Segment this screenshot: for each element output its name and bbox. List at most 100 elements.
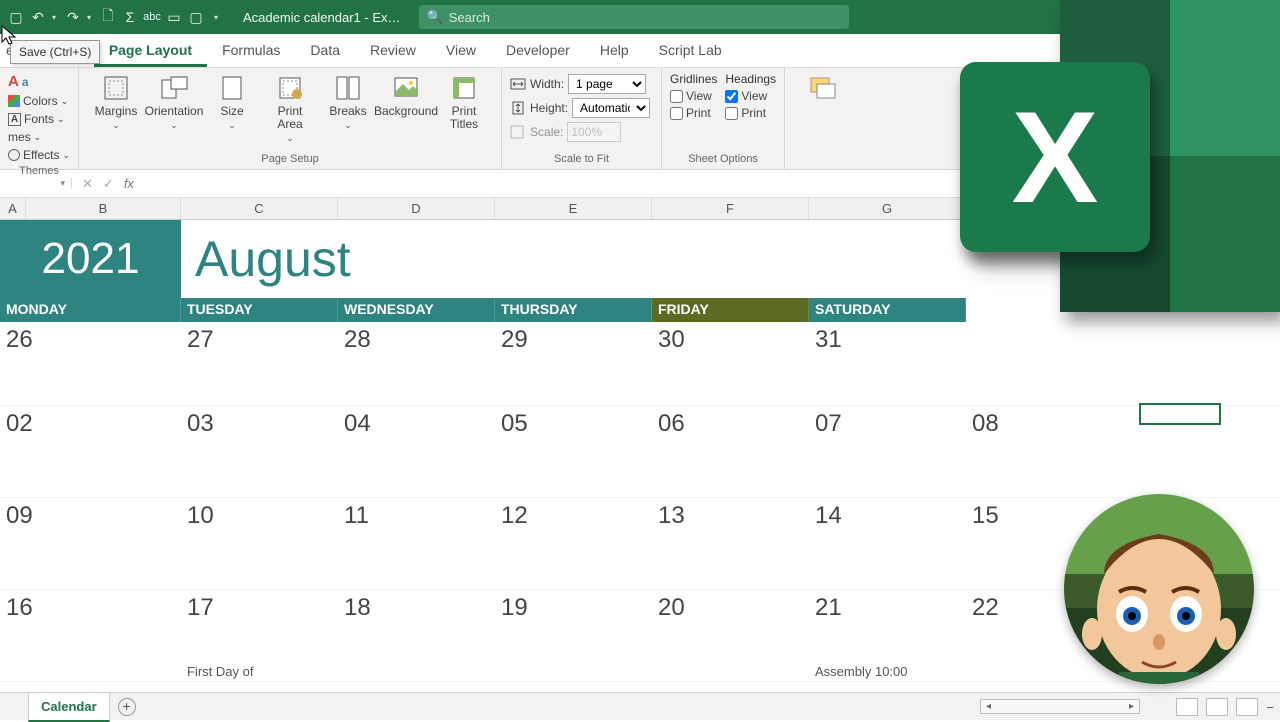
screen-icon[interactable]: ▢ bbox=[188, 9, 204, 25]
margins-button[interactable]: Margins⌄ bbox=[87, 72, 145, 132]
form-icon[interactable]: ▭ bbox=[166, 9, 182, 25]
autosave-icon[interactable]: ▢ bbox=[8, 9, 24, 25]
day-header-thursday[interactable]: THURSDAY bbox=[495, 298, 652, 322]
width-select[interactable]: 1 page bbox=[568, 74, 646, 94]
themes-mes-button[interactable]: mes ⌄ bbox=[8, 129, 41, 145]
day-cell[interactable]: 13 bbox=[652, 498, 809, 589]
headings-view-checkbox[interactable]: View bbox=[725, 89, 776, 103]
bring-forward-button[interactable] bbox=[793, 72, 851, 102]
day-cell[interactable]: 09 bbox=[0, 498, 181, 589]
print-titles-button[interactable]: PrintTitles bbox=[435, 72, 493, 131]
col-header-G[interactable]: G bbox=[809, 198, 966, 219]
day-cell[interactable]: 28 bbox=[338, 322, 495, 405]
height-row: Height: Automatic bbox=[510, 98, 650, 118]
day-cell[interactable]: 04 bbox=[338, 406, 495, 497]
day-cell[interactable]: 21Assembly 10:00 bbox=[809, 590, 966, 681]
day-header-tuesday[interactable]: TUESDAY bbox=[181, 298, 338, 322]
effects-button[interactable]: Effects ⌄ bbox=[8, 147, 70, 163]
scroll-left-icon[interactable]: ◂ bbox=[981, 701, 996, 712]
day-cell[interactable]: 05 bbox=[495, 406, 652, 497]
day-cell[interactable]: 17First Day of bbox=[181, 590, 338, 681]
redo-dropdown-icon[interactable]: ▾ bbox=[87, 13, 94, 22]
sheet-tab-calendar[interactable]: Calendar bbox=[28, 692, 110, 722]
spellcheck-icon[interactable]: abc bbox=[144, 9, 160, 25]
size-button[interactable]: Size⌄ bbox=[203, 72, 261, 132]
undo-dropdown-icon[interactable]: ▾ bbox=[52, 13, 59, 22]
tab-data[interactable]: Data bbox=[295, 36, 355, 67]
day-cell[interactable]: 26 bbox=[0, 322, 181, 405]
redo-icon[interactable]: ↷ bbox=[65, 9, 81, 25]
orientation-button[interactable]: Orientation⌄ bbox=[145, 72, 203, 132]
horizontal-scrollbar[interactable]: ◂ ▸ bbox=[980, 699, 1140, 714]
day-cell[interactable]: 11 bbox=[338, 498, 495, 589]
page-break-view-button[interactable] bbox=[1236, 698, 1258, 716]
quick-access-toolbar: ▢ ↶ ▾ ↷ ▾ 🗋 Σ abc ▭ ▢ ▾ bbox=[0, 9, 229, 25]
new-file-icon[interactable]: 🗋 bbox=[100, 9, 116, 25]
fx-icon[interactable]: fx bbox=[124, 176, 134, 191]
group-page-setup: Margins⌄Orientation⌄Size⌄PrintArea⌄Break… bbox=[79, 68, 502, 169]
col-header-E[interactable]: E bbox=[495, 198, 652, 219]
day-cell[interactable]: 10 bbox=[181, 498, 338, 589]
autosum-icon[interactable]: Σ bbox=[122, 9, 138, 25]
day-cell[interactable]: 27 bbox=[181, 322, 338, 405]
themes-aa-icon[interactable]: Aa bbox=[8, 72, 29, 91]
name-box[interactable]: ▾ bbox=[0, 178, 72, 189]
year-cell[interactable]: 2021 bbox=[0, 220, 181, 298]
day-header-friday[interactable]: FRIDAY bbox=[652, 298, 809, 322]
height-select[interactable]: Automatic bbox=[572, 98, 650, 118]
col-header-D[interactable]: D bbox=[338, 198, 495, 219]
gridlines-print-checkbox[interactable]: Print bbox=[670, 106, 717, 120]
col-header-A[interactable]: A bbox=[0, 198, 26, 219]
tab-developer[interactable]: Developer bbox=[491, 36, 585, 67]
day-cell[interactable]: 31 bbox=[809, 322, 966, 405]
day-cell[interactable]: 12 bbox=[495, 498, 652, 589]
enter-formula-icon[interactable]: ✓ bbox=[103, 176, 114, 192]
new-sheet-button[interactable]: + bbox=[118, 698, 136, 716]
fonts-button[interactable]: AFonts ⌄ bbox=[8, 111, 65, 127]
tab-help[interactable]: Help bbox=[585, 36, 644, 67]
zoom-out-icon[interactable]: − bbox=[1266, 700, 1274, 715]
day-cell[interactable]: 18 bbox=[338, 590, 495, 681]
width-icon bbox=[510, 77, 526, 91]
normal-view-button[interactable] bbox=[1176, 698, 1198, 716]
colors-button[interactable]: Colors ⌄ bbox=[8, 93, 68, 109]
page-layout-view-button[interactable] bbox=[1206, 698, 1228, 716]
col-header-C[interactable]: C bbox=[181, 198, 338, 219]
col-header-B[interactable]: B bbox=[26, 198, 181, 219]
search-box[interactable]: 🔍 Search bbox=[419, 5, 849, 29]
fonts-icon: A bbox=[8, 113, 21, 126]
scroll-right-icon[interactable]: ▸ bbox=[1124, 701, 1139, 712]
day-header-saturday[interactable]: SATURDAY bbox=[809, 298, 966, 322]
background-button[interactable]: Background bbox=[377, 72, 435, 118]
gridlines-view-checkbox[interactable]: View bbox=[670, 89, 717, 103]
day-cell[interactable]: 06 bbox=[652, 406, 809, 497]
day-cell[interactable]: 30 bbox=[652, 322, 809, 405]
print-area-button[interactable]: PrintArea⌄ bbox=[261, 72, 319, 145]
undo-icon[interactable]: ↶ bbox=[30, 9, 46, 25]
day-cell[interactable]: 08 bbox=[966, 406, 1123, 497]
day-cell[interactable]: 03 bbox=[181, 406, 338, 497]
day-cell[interactable]: 29 bbox=[495, 322, 652, 405]
day-header-monday[interactable]: MONDAY bbox=[0, 298, 181, 322]
day-cell[interactable]: 14 bbox=[809, 498, 966, 589]
headings-print-checkbox[interactable]: Print bbox=[725, 106, 776, 120]
day-cell[interactable]: 07 bbox=[809, 406, 966, 497]
tab-review[interactable]: Review bbox=[355, 36, 431, 67]
tab-formulas[interactable]: Formulas bbox=[207, 36, 295, 67]
tab-view[interactable]: View bbox=[431, 36, 491, 67]
excel-logo-overlay: X bbox=[960, 0, 1280, 312]
col-header-F[interactable]: F bbox=[652, 198, 809, 219]
day-cell[interactable]: 20 bbox=[652, 590, 809, 681]
tab-script-lab[interactable]: Script Lab bbox=[644, 36, 737, 67]
cancel-formula-icon[interactable]: ✕ bbox=[82, 176, 93, 192]
qat-customize-icon[interactable]: ▾ bbox=[214, 13, 221, 22]
group-scale-to-fit: Width: 1 page Height: Automatic Scale: S… bbox=[502, 68, 662, 169]
day-cell[interactable] bbox=[966, 322, 1123, 405]
day-cell[interactable]: 19 bbox=[495, 590, 652, 681]
day-header-wednesday[interactable]: WEDNESDAY bbox=[338, 298, 495, 322]
day-cell[interactable]: 02 bbox=[0, 406, 181, 497]
tab-page-layout[interactable]: Page Layout bbox=[94, 36, 207, 67]
save-tooltip: Save (Ctrl+S) bbox=[10, 40, 100, 64]
breaks-button[interactable]: Breaks⌄ bbox=[319, 72, 377, 132]
day-cell[interactable]: 16 bbox=[0, 590, 181, 681]
